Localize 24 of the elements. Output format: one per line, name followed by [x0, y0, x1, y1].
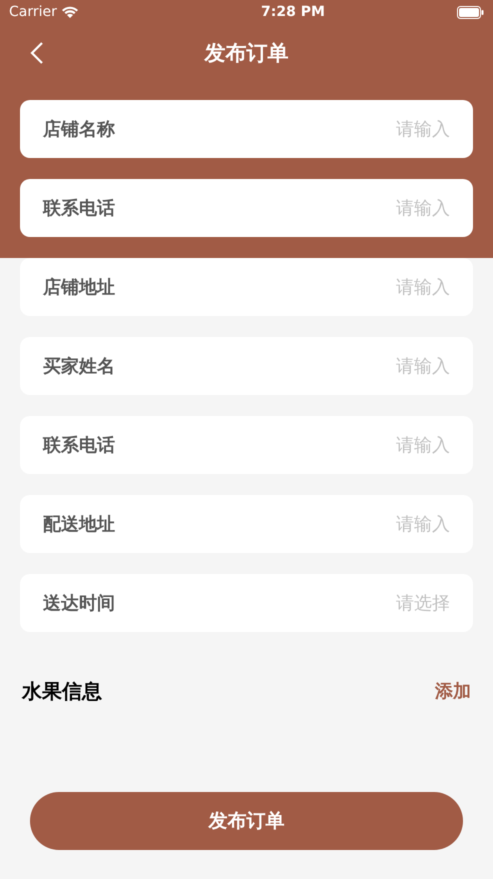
- input-field[interactable]: 请输入: [330, 510, 450, 538]
- back-button[interactable]: [30, 41, 44, 65]
- section-title: 水果信息: [22, 678, 102, 705]
- input-field[interactable]: 请输入: [330, 352, 450, 380]
- input-field[interactable]: 请输入: [330, 116, 450, 142]
- input-field[interactable]: 请选择: [330, 590, 450, 616]
- submit-button[interactable]: 发布订单: [30, 792, 463, 850]
- clock-time: 7:28 PM: [261, 3, 325, 22]
- field-label: 联系电话: [43, 434, 115, 458]
- input-field[interactable]: 请输入: [330, 194, 450, 222]
- add-link[interactable]: 添加: [435, 678, 471, 704]
- wifi-icon: [60, 6, 79, 19]
- field-label: 联系电话: [43, 196, 115, 220]
- input-field[interactable]: 请输入: [330, 432, 450, 458]
- battery-icon: [457, 6, 484, 19]
- field-label: 送达时间: [43, 592, 115, 616]
- field-label: 店铺名称: [43, 118, 115, 142]
- input-field[interactable]: 请输入: [330, 274, 450, 300]
- field-label: 买家姓名: [43, 354, 115, 378]
- carrier-label: Carrier: [9, 3, 57, 22]
- field-label: 配送地址: [43, 512, 115, 536]
- field-label: 店铺地址: [43, 276, 115, 300]
- back-icon: [30, 41, 44, 65]
- page-title: 发布订单: [204, 40, 288, 67]
